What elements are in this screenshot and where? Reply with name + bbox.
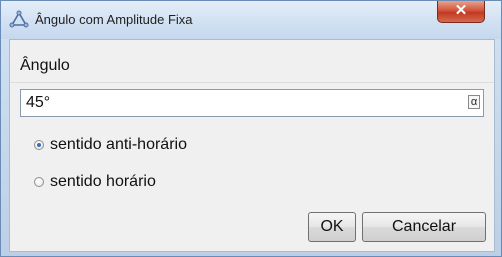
dialog-body: Ângulo α sentido anti-horário sentido ho… [9, 39, 495, 252]
geogebra-angle-icon [9, 10, 29, 28]
radio-button-unselected[interactable] [34, 177, 44, 187]
radio-clockwise-label: sentido horário [50, 173, 156, 190]
ok-button[interactable]: OK [308, 212, 356, 242]
symbol-picker-icon[interactable]: α [468, 95, 480, 109]
dialog-window: Ângulo com Amplitude Fixa ✕ Ângulo α sen… [0, 0, 502, 257]
angle-input[interactable] [20, 89, 484, 117]
radio-selected-dot [37, 143, 41, 147]
radio-button-selected[interactable] [34, 140, 44, 150]
radio-counterclockwise-label: sentido anti-horário [50, 136, 187, 153]
cancel-button[interactable]: Cancelar [362, 212, 486, 242]
divider [10, 82, 494, 83]
window-title: Ângulo com Amplitude Fixa [35, 12, 193, 27]
angle-label: Ângulo [20, 57, 70, 74]
title-bar[interactable]: Ângulo com Amplitude Fixa ✕ [1, 1, 501, 39]
close-icon: ✕ [454, 2, 468, 19]
close-button[interactable]: ✕ [437, 1, 485, 23]
